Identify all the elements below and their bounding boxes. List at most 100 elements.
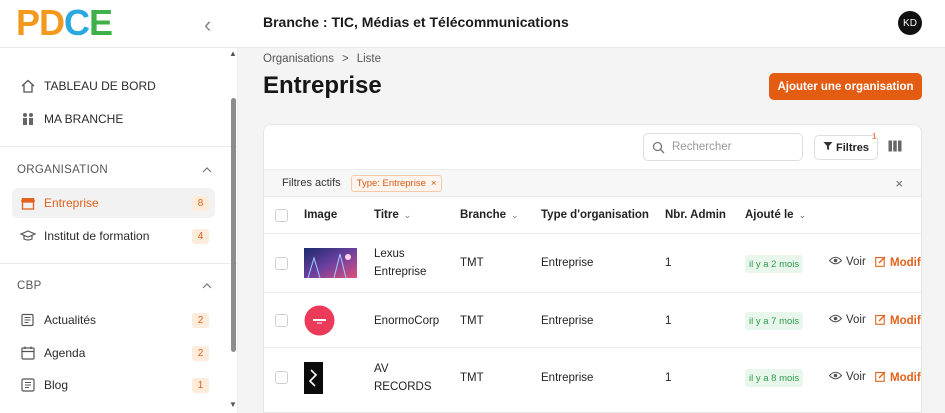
active-filters-bar: Filtres actifs Type: Entreprise × × <box>264 169 921 197</box>
row-checkbox[interactable] <box>275 314 288 327</box>
organisation-image <box>304 305 335 341</box>
row-title-line2: Entreprise <box>374 266 427 278</box>
row-divider <box>264 292 921 293</box>
row-type: Entreprise <box>541 315 594 327</box>
sidebar-item-agenda[interactable]: Agenda 2 <box>12 338 215 368</box>
page-title: Entreprise <box>263 72 382 99</box>
chevron-down-icon: ⌄ <box>511 209 519 220</box>
breadcrumb-current: Liste <box>356 53 381 65</box>
row-branch: TMT <box>460 315 484 327</box>
active-filters-label: Filtres actifs <box>282 177 341 189</box>
column-header-image: Image <box>304 209 338 221</box>
added-badge: il y a 2 mois <box>745 255 804 273</box>
breadcrumb-separator: > <box>341 53 349 65</box>
organisation-image <box>304 248 357 283</box>
chevron-down-icon: ⌄ <box>798 209 807 220</box>
view-button[interactable]: Voir <box>828 256 866 268</box>
view-button[interactable]: Voir <box>828 314 866 326</box>
row-admins: 1 <box>665 257 672 269</box>
filter-icon <box>823 141 833 154</box>
count-badge: 2 <box>192 345 209 361</box>
scroll-up-arrow[interactable]: ▲ <box>229 49 237 58</box>
section-organisation[interactable]: ORGANISATION <box>17 164 212 176</box>
row-divider <box>264 233 921 234</box>
count-badge: 1 <box>192 377 209 393</box>
sidebar-item-dashboard[interactable]: TABLEAU DE BORD <box>12 71 215 101</box>
search-icon <box>644 141 672 154</box>
sidebar: TABLEAU DE BORD MA BRANCHE ORGANISATION … <box>0 48 238 413</box>
eye-icon <box>828 314 843 326</box>
divider <box>0 146 237 147</box>
row-title: Lexus <box>374 248 405 260</box>
avatar[interactable]: KD <box>898 11 922 35</box>
eye-icon <box>828 371 843 383</box>
scrollbar-thumb[interactable] <box>231 98 236 352</box>
row-branch: TMT <box>460 257 484 269</box>
blog-icon <box>12 377 44 393</box>
search-input[interactable]: Rechercher <box>643 133 803 161</box>
add-organisation-button[interactable]: Ajouter une organisation <box>769 73 922 100</box>
row-divider <box>264 347 921 348</box>
chevron-up-icon <box>202 164 212 176</box>
filters-button[interactable]: Filtres <box>814 135 878 160</box>
clear-filters-icon[interactable]: × <box>895 176 903 191</box>
row-branch: TMT <box>460 372 484 384</box>
sidebar-item-actualites[interactable]: Actualités 2 <box>12 305 215 335</box>
view-button[interactable]: Voir <box>828 371 866 383</box>
sidebar-item-my-branch[interactable]: MA BRANCHE <box>12 104 215 134</box>
chevron-up-icon <box>202 280 212 292</box>
filter-chip[interactable]: Type: Entreprise × <box>350 174 443 192</box>
edit-icon <box>875 256 886 270</box>
table-card: Rechercher Filtres 1 Filtres actifs Type… <box>263 124 922 413</box>
column-header-added[interactable]: Ajouté le ⌄ <box>745 209 806 221</box>
select-all-checkbox[interactable] <box>275 209 288 222</box>
calendar-icon <box>12 345 44 361</box>
row-checkbox[interactable] <box>275 257 288 270</box>
added-badge: il y a 7 mois <box>745 312 804 330</box>
breadcrumb-organisations[interactable]: Organisations <box>263 53 334 65</box>
graduation-icon <box>12 228 44 244</box>
row-title: AV <box>374 363 389 375</box>
edit-icon <box>875 314 886 328</box>
added-badge: il y a 8 mois <box>745 369 804 387</box>
column-header-type: Type d'organisation <box>541 209 649 221</box>
row-admins: 1 <box>665 372 672 384</box>
home-icon <box>12 78 44 94</box>
divider <box>0 263 237 264</box>
eye-icon <box>828 256 843 268</box>
row-type: Entreprise <box>541 372 594 384</box>
column-header-admins: Nbr. Admin <box>665 209 726 221</box>
filters-count: 1 <box>872 132 877 141</box>
count-badge: 8 <box>192 195 209 211</box>
sidebar-item-institut[interactable]: Institut de formation 4 <box>12 221 215 251</box>
sidebar-item-entreprise[interactable]: Entreprise 8 <box>12 188 215 218</box>
page-header-title: Branche : TIC, Médias et Télécommunicati… <box>263 14 569 30</box>
news-icon <box>12 312 44 328</box>
edit-button[interactable]: Modifi <box>875 371 921 385</box>
row-type: Entreprise <box>541 257 594 269</box>
column-header-title[interactable]: Titre ⌄ <box>374 209 411 221</box>
edit-button[interactable]: Modifi <box>875 256 921 270</box>
columns-icon[interactable] <box>888 139 902 157</box>
branch-icon <box>12 111 44 127</box>
store-icon <box>12 195 44 211</box>
sidebar-item-blog[interactable]: Blog 1 <box>12 370 215 400</box>
count-badge: 2 <box>192 312 209 328</box>
row-title: EnormoCorp <box>374 315 440 327</box>
edit-icon <box>875 371 886 385</box>
chevron-down-icon: ⌄ <box>403 209 412 220</box>
logo[interactable]: PDCE <box>16 5 113 41</box>
search-placeholder: Rechercher <box>672 141 732 153</box>
row-title-line2: RECORDS <box>374 381 432 393</box>
section-cbp[interactable]: CBP <box>17 280 212 292</box>
row-admins: 1 <box>665 315 672 327</box>
organisation-image <box>304 362 323 399</box>
edit-button[interactable]: Modifi <box>875 314 921 328</box>
top-bar: PDCE ‹ Branche : TIC, Médias et Télécomm… <box>0 0 945 48</box>
column-header-branch[interactable]: Branche ⌄ <box>460 209 519 221</box>
chip-close-icon[interactable]: × <box>431 178 437 189</box>
count-badge: 4 <box>192 228 209 244</box>
collapse-sidebar-icon[interactable]: ‹ <box>204 12 211 38</box>
row-checkbox[interactable] <box>275 371 288 384</box>
scroll-down-arrow[interactable]: ▼ <box>229 400 237 409</box>
